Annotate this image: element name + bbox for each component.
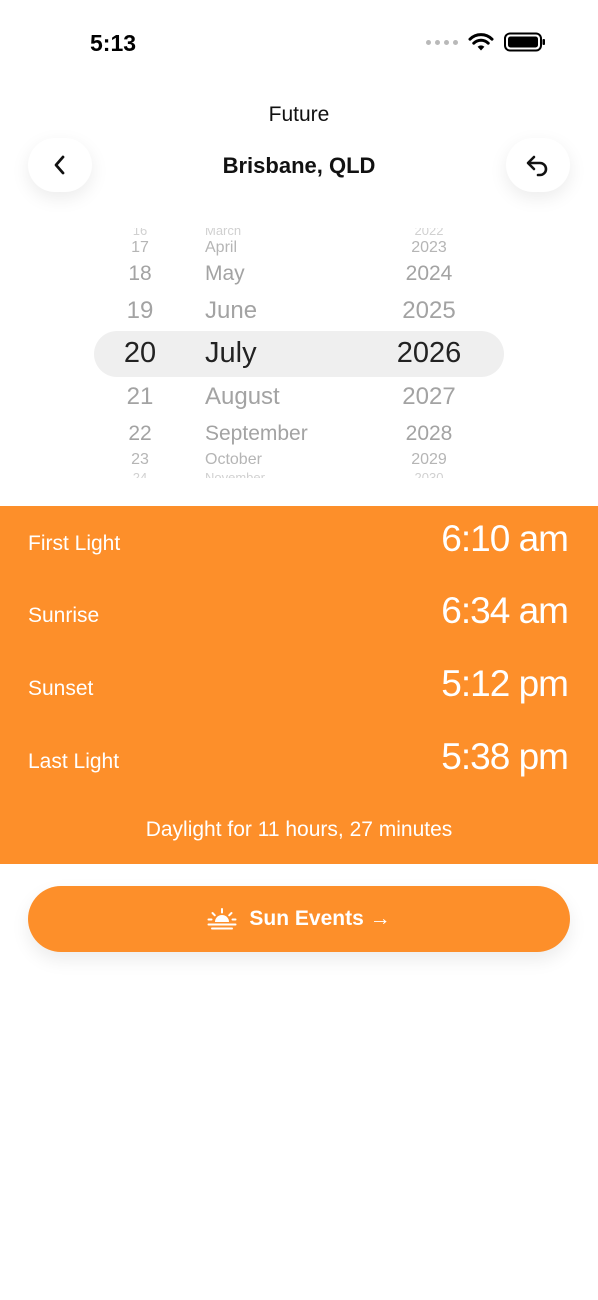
picker-day: 24 [132,470,148,478]
sun-event-time: 5:12 pm [441,663,569,704]
picker-year: 2023 [411,239,447,256]
sunrise-icon [207,908,237,930]
date-picker[interactable]: 16 17 18 19 20 21 22 23 24 March April M… [0,228,598,478]
sun-events-label: Sun Events → [249,907,391,930]
picker-day: 19 [126,297,154,324]
picker-day: 16 [132,228,148,238]
battery-icon [504,32,545,52]
sun-row-sunset: Sunset 5:12 pm [28,659,569,719]
picker-month: November [205,470,265,478]
sun-events-button[interactable]: Sun Events → [28,886,570,952]
picker-month: October [205,451,262,468]
picker-year: 2027 [402,383,456,410]
sun-event-label: Sunrise [28,604,100,627]
picker-month: September [205,422,308,445]
sun-row-sunrise: Sunrise 6:34 am [28,586,569,646]
picker-month: June [205,297,258,324]
cellular-signal-icon [426,39,458,45]
back-button[interactable] [28,138,92,192]
picker-month: August [205,383,280,410]
undo-arrow-icon [526,155,548,177]
picker-year: 2029 [411,451,447,468]
sun-row-last-light: Last Light 5:38 pm [28,732,569,792]
picker-day: 17 [131,239,149,256]
picker-year-selected[interactable]: 2026 [359,337,499,370]
sun-row-first-light: First Light 6:10 am [28,514,569,574]
picker-year: 2022 [414,228,444,238]
picker-day: 22 [128,422,152,445]
picker-month: March [205,228,242,238]
picker-year: 2030 [414,470,444,478]
sun-event-time: 6:34 am [441,590,569,631]
picker-day: 21 [126,383,154,410]
picker-day: 23 [131,451,149,468]
sun-event-label: Last Light [28,750,120,773]
sun-event-label: Sunset [28,677,94,700]
picker-year: 2024 [405,262,453,285]
status-bar: 5:13 [0,0,598,90]
status-time: 5:13 [90,30,137,56]
chevron-left-icon [54,155,65,175]
sun-event-label: First Light [28,532,121,555]
sun-event-time: 6:10 am [441,518,569,559]
page-subtitle: Future [268,103,330,126]
picker-month-selected[interactable]: July [205,337,257,370]
sun-event-time: 5:38 pm [441,736,569,777]
status-icons [426,32,546,52]
picker-month: May [205,262,245,285]
picker-day-selected[interactable]: 20 [90,337,190,370]
picker-month: April [205,239,238,256]
sun-times-panel: First Light 6:10 am Sunrise 6:34 am Suns… [0,506,598,864]
picker-year: 2028 [405,422,453,445]
wifi-icon [468,33,494,51]
picker-year: 2025 [402,297,456,324]
daylight-duration: Daylight for 11 hours, 27 minutes [145,818,453,841]
picker-day: 18 [128,262,152,285]
undo-button[interactable] [506,138,570,192]
